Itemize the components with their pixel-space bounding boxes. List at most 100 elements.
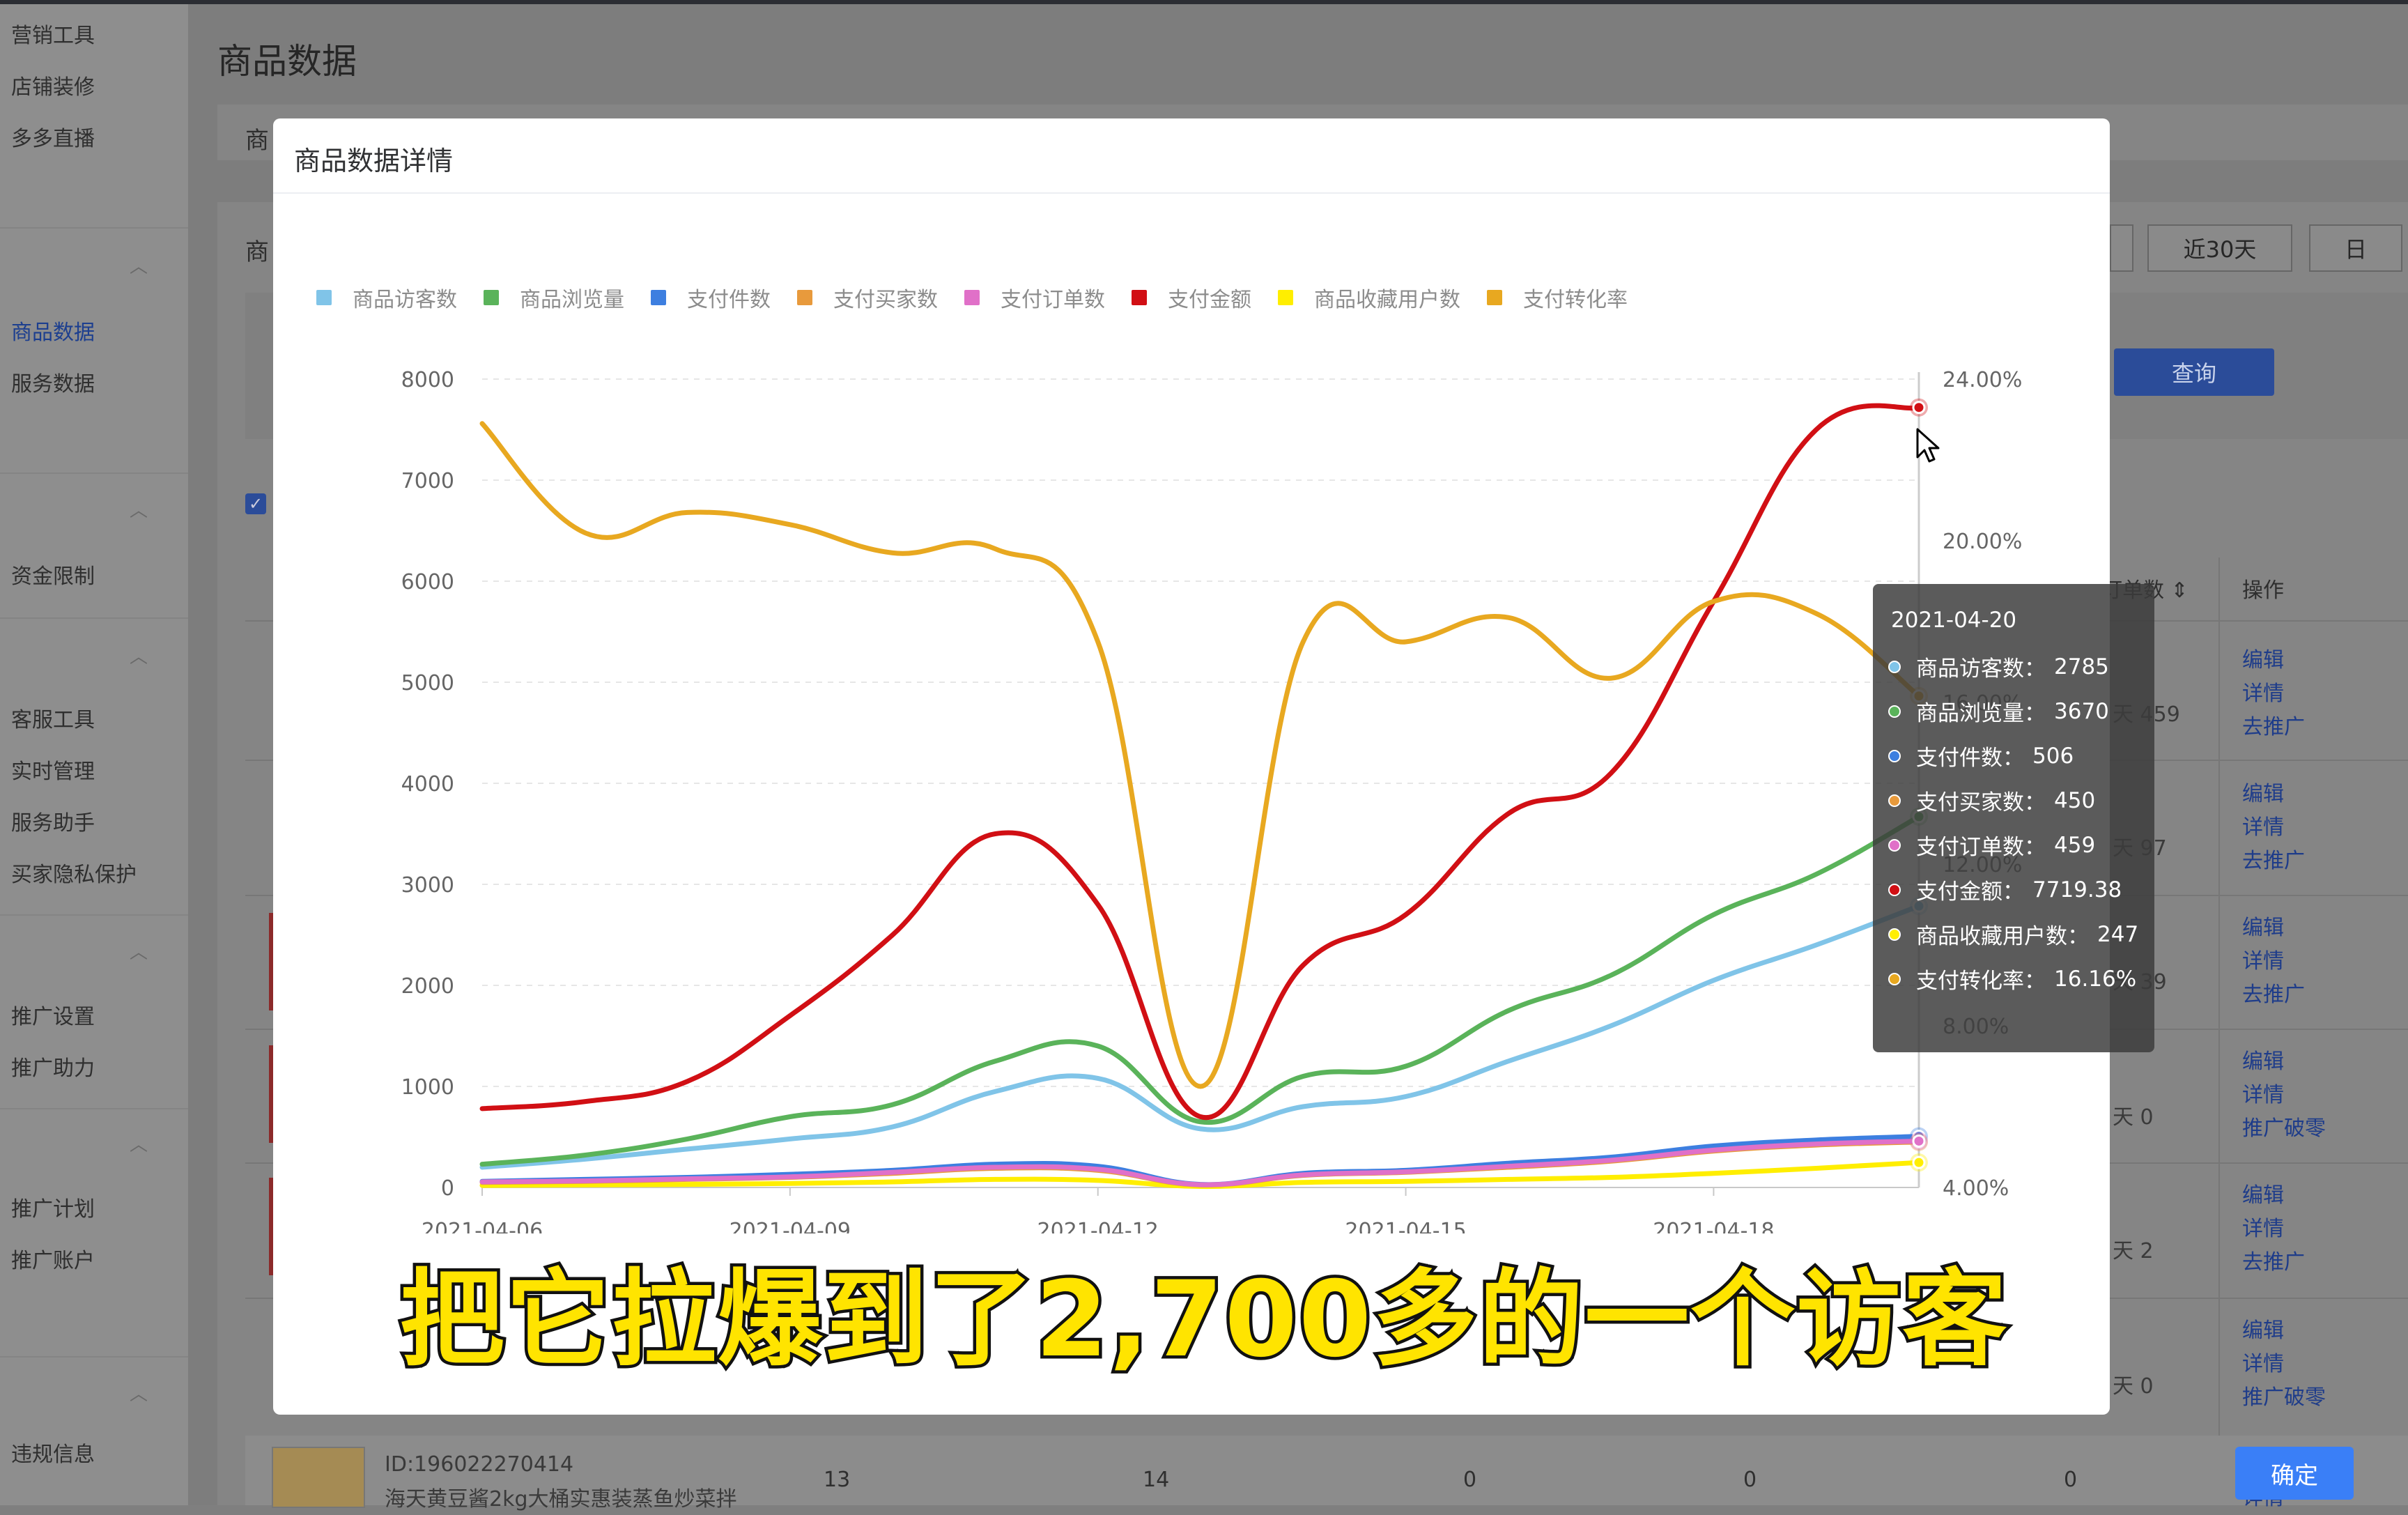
promote-link[interactable]: 去推广 xyxy=(2242,711,2305,744)
edit-link[interactable]: 编辑 xyxy=(2242,1179,2305,1213)
table-cell: 14 xyxy=(1143,1468,1170,1492)
sidebar-item-fund-limit[interactable]: 资金限制 xyxy=(11,559,95,590)
video-caption: 把它拉爆到了2,700多的一个访客 xyxy=(0,1235,2408,1386)
row-actions: 编辑 详情 去推广 xyxy=(2242,778,2305,878)
tooltip-value: 3670 xyxy=(2054,698,2109,724)
sidebar-item-buyer-privacy[interactable]: 买家隐私保护 xyxy=(11,857,137,888)
product-id: ID:196022270414 xyxy=(385,1452,574,1477)
chevron-up-icon[interactable]: ︿ xyxy=(130,252,148,278)
tooltip-separator: ： xyxy=(2024,701,2046,726)
tooltip-row: 支付金额： 7719.38 xyxy=(1888,874,2122,905)
x-tick-label: 2021-04-15 xyxy=(1345,1219,1466,1233)
sidebar-divider xyxy=(0,1108,188,1109)
tooltip-dot xyxy=(1888,928,1901,941)
sidebar-item-violations[interactable]: 违规信息 xyxy=(11,1437,95,1468)
tooltip-row: 支付订单数： 459 xyxy=(1888,829,2095,861)
confirm-button[interactable]: 确定 xyxy=(2235,1447,2354,1500)
sidebar-item-store-decoration[interactable]: 店铺装修 xyxy=(11,70,95,100)
tooltip-value: 450 xyxy=(2054,787,2096,813)
sidebar-item-promo-plan[interactable]: 推广计划 xyxy=(11,1192,95,1222)
sidebar-divider xyxy=(0,227,188,229)
sidebar-item-cs-tools[interactable]: 客服工具 xyxy=(11,702,95,733)
sidebar-item-promo-settings[interactable]: 推广设置 xyxy=(11,999,95,1030)
tooltip-dot xyxy=(1888,705,1901,718)
x-tick-label: 2021-04-06 xyxy=(422,1219,543,1233)
promote-zero-link[interactable]: 推广破零 xyxy=(2242,1381,2326,1415)
edit-link[interactable]: 编辑 xyxy=(2242,778,2305,811)
edit-link[interactable]: 编辑 xyxy=(2242,1045,2326,1079)
sidebar-item-marketing-tools[interactable]: 营销工具 xyxy=(11,18,95,49)
line-chart: 0100020003000400050006000700080004.00%8.… xyxy=(401,368,2023,1233)
tooltip-row: 支付件数： 506 xyxy=(1888,740,2074,771)
tooltip-value: 2785 xyxy=(2054,654,2109,679)
row-actions: 编辑 详情 去推广 xyxy=(2242,912,2305,1012)
sidebar-item-service-assistant[interactable]: 服务助手 xyxy=(11,806,95,836)
chart-tooltip: 2021-04-20 商品访客数： 2785 商品浏览量： 3670 支付件数： 506 支… xyxy=(1873,584,2154,1052)
tooltip-label: 支付件数 xyxy=(1916,746,2002,771)
query-button[interactable]: 查询 xyxy=(2114,348,2274,396)
chevron-up-icon[interactable]: ︿ xyxy=(130,496,148,522)
tooltip-value: 247 xyxy=(2097,921,2139,947)
sidebar-item-realtime[interactable]: 实时管理 xyxy=(11,754,95,785)
detail-link[interactable]: 详情 xyxy=(2242,677,2305,711)
x-tick-label: 2021-04-09 xyxy=(730,1219,851,1233)
sidebar-item-promo-boost[interactable]: 推广助力 xyxy=(11,1051,95,1082)
tooltip-dot xyxy=(1888,794,1901,807)
series-line xyxy=(479,903,1922,1170)
tooltip-value: 16.16% xyxy=(2054,966,2137,992)
tooltip-row: 支付买家数： 450 xyxy=(1888,785,2095,816)
tooltip-dot xyxy=(1888,972,1901,985)
row-actions: 编辑 详情 去推广 xyxy=(2242,644,2305,744)
select-all-checkbox[interactable]: ✓ xyxy=(245,493,266,514)
detail-link[interactable]: 详情 xyxy=(2242,945,2305,978)
promote-link[interactable]: 去推广 xyxy=(2242,845,2305,878)
promote-link[interactable]: 去推广 xyxy=(2242,978,2305,1012)
x-tick-label: 2021-04-18 xyxy=(1653,1219,1774,1233)
sort-icon[interactable]: ⇕ xyxy=(2171,578,2189,603)
sidebar-divider xyxy=(0,617,188,619)
promote-zero-link[interactable]: 推广破零 xyxy=(2242,1112,2326,1146)
tooltip-label: 支付订单数 xyxy=(1916,835,2024,860)
column-header-action: 操作 xyxy=(2242,578,2284,603)
tooltip-row: 商品访客数： 2785 xyxy=(1888,651,2109,682)
page-title: 商品数据 xyxy=(217,41,357,82)
range-button-partial[interactable] xyxy=(2110,224,2133,272)
tooltip-separator: ： xyxy=(2002,746,2024,771)
tooltip-separator: ： xyxy=(2024,656,2046,682)
caption-text: 把它拉爆到了2,700多的一个访客 xyxy=(396,1256,2009,1384)
chevron-up-icon[interactable]: ︿ xyxy=(130,1130,148,1156)
mouse-cursor-icon xyxy=(1916,428,1940,463)
tooltip-dot xyxy=(1888,883,1901,896)
tooltip-value: 459 xyxy=(2054,832,2096,858)
detail-link[interactable]: 详情 xyxy=(2242,811,2305,845)
tooltip-date: 2021-04-20 xyxy=(1891,608,2017,633)
edit-link[interactable]: 编辑 xyxy=(2242,912,2305,945)
product-name[interactable]: 海天黄豆酱2kg大桶实惠装蒸鱼炒菜拌 xyxy=(385,1482,737,1512)
table-cell: 0 xyxy=(1743,1468,1757,1492)
range-button-30days[interactable]: 近30天 xyxy=(2147,224,2292,272)
y-tick-label-right: 24.00% xyxy=(1943,368,2022,392)
series-point xyxy=(1912,401,1926,415)
table-cell: 0 xyxy=(1463,1468,1477,1492)
range-button-day[interactable]: 日 xyxy=(2309,224,2402,272)
y-tick-label-left: 5000 xyxy=(401,671,454,695)
tooltip-dot xyxy=(1888,749,1901,762)
y-tick-label-right: 4.00% xyxy=(1943,1176,2009,1201)
edit-link[interactable]: 编辑 xyxy=(2242,644,2305,677)
section-fragment: 商 xyxy=(245,238,269,266)
sidebar-item-live[interactable]: 多多直播 xyxy=(11,121,95,152)
detail-link[interactable]: 详情 xyxy=(2242,1079,2326,1112)
tooltip-value: 7719.38 xyxy=(2032,877,2122,902)
y-tick-label-left: 3000 xyxy=(401,873,454,898)
tooltip-label: 支付转化率 xyxy=(1916,969,2024,994)
sidebar-item-product-data[interactable]: 商品数据 xyxy=(11,315,95,346)
tooltip-separator: ： xyxy=(2024,969,2046,994)
chevron-up-icon[interactable]: ︿ xyxy=(130,938,148,964)
table-cell: 13 xyxy=(824,1468,851,1492)
product-data-detail-dialog: 商品数据详情 商品访客数 商品浏览量 支付件数 支付买家数 支付订单数 支付金额 商品收藏用… xyxy=(273,118,2354,1500)
y-tick-label-left: 7000 xyxy=(401,469,454,493)
tooltip-label: 商品收藏用户数 xyxy=(1916,924,2067,949)
y-tick-label-left: 4000 xyxy=(401,772,454,797)
sidebar-item-service-data[interactable]: 服务数据 xyxy=(11,367,95,397)
chevron-up-icon[interactable]: ︿ xyxy=(130,643,148,668)
